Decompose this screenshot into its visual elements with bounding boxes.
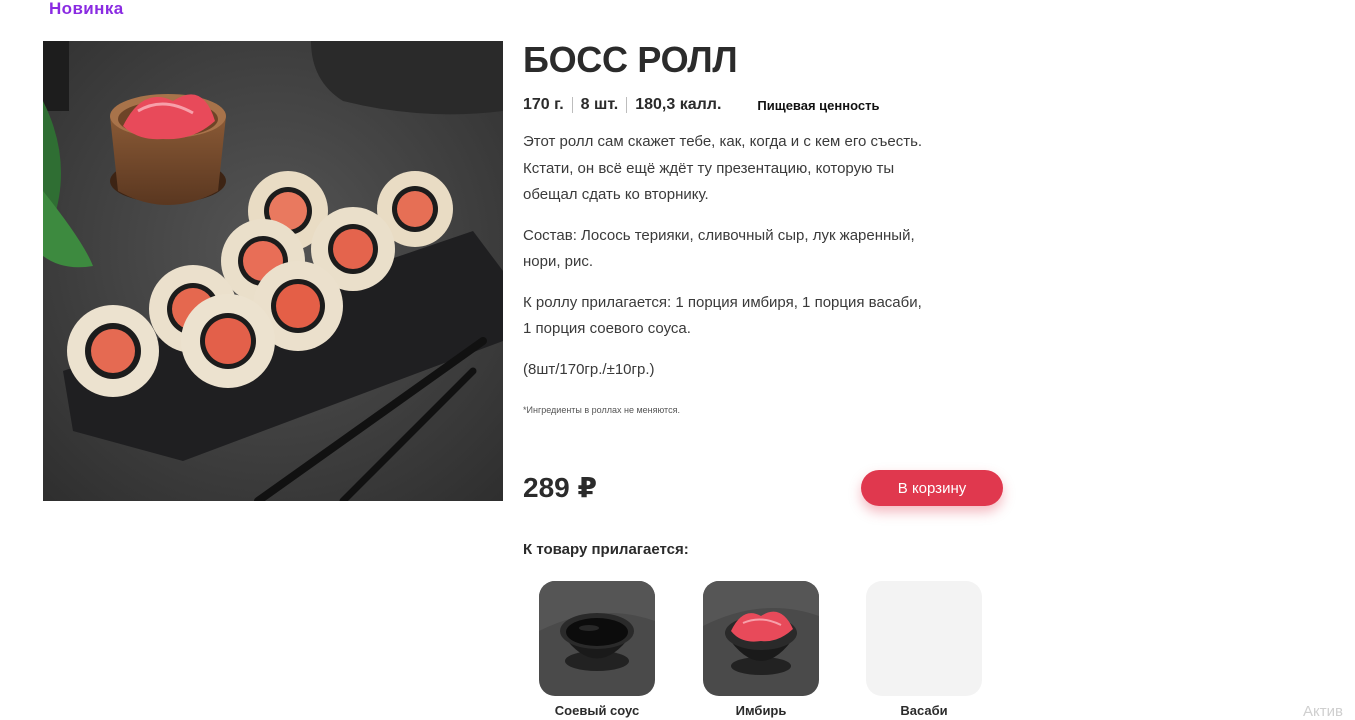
- addon-ginger[interactable]: Имбирь: [703, 581, 819, 718]
- product-image: [43, 41, 503, 501]
- addon-label: Имбирь: [735, 703, 787, 718]
- calories-spec: 180,3 калл.: [635, 96, 722, 113]
- product-price: 289 ₽: [523, 472, 597, 503]
- portion-paragraph: (8шт/170гр./±10гр.): [523, 360, 655, 378]
- product-description: Этот ролл сам скажет тебе, как, когда и …: [523, 129, 923, 417]
- ingredients-note: *Ингредиенты в роллах не меняются.: [523, 405, 680, 415]
- spec-divider: [571, 97, 573, 113]
- addon-soy-sauce[interactable]: Соевый соус: [539, 581, 655, 718]
- addons-title: К товару прилагается:: [523, 541, 689, 558]
- included-paragraph: К роллу прилагается: 1 порция имбиря, 1 …: [523, 293, 922, 338]
- new-badge: Новинка: [49, 0, 124, 18]
- description-paragraph: Этот ролл сам скажет тебе, как, когда и …: [523, 133, 923, 203]
- product-info: БОСС РОЛЛ 170 г. 8 шт. 180,3 калл. Пищев…: [523, 38, 1003, 431]
- addon-label: Соевый соус: [554, 703, 640, 718]
- product-title: БОСС РОЛЛ: [523, 39, 738, 80]
- add-to-cart-button[interactable]: В корзину: [861, 470, 1003, 506]
- pieces-spec: 8 шт.: [580, 96, 619, 113]
- wasabi-placeholder: [866, 581, 982, 696]
- ginger-bowl-image: [703, 581, 819, 696]
- soy-sauce-bowl-image: [539, 581, 655, 696]
- addon-wasabi[interactable]: Васаби: [866, 581, 982, 718]
- activation-watermark: Актив: [1303, 703, 1343, 720]
- weight-spec: 170 г.: [523, 96, 564, 113]
- nutrition-value-link[interactable]: Пищевая ценность: [757, 98, 879, 113]
- addon-label: Васаби: [900, 703, 948, 718]
- composition-paragraph: Состав: Лосось терияки, сливочный сыр, л…: [523, 226, 915, 271]
- spec-divider: [626, 97, 628, 113]
- product-specs: 170 г. 8 шт. 180,3 калл. Пищевая ценност…: [523, 94, 1003, 116]
